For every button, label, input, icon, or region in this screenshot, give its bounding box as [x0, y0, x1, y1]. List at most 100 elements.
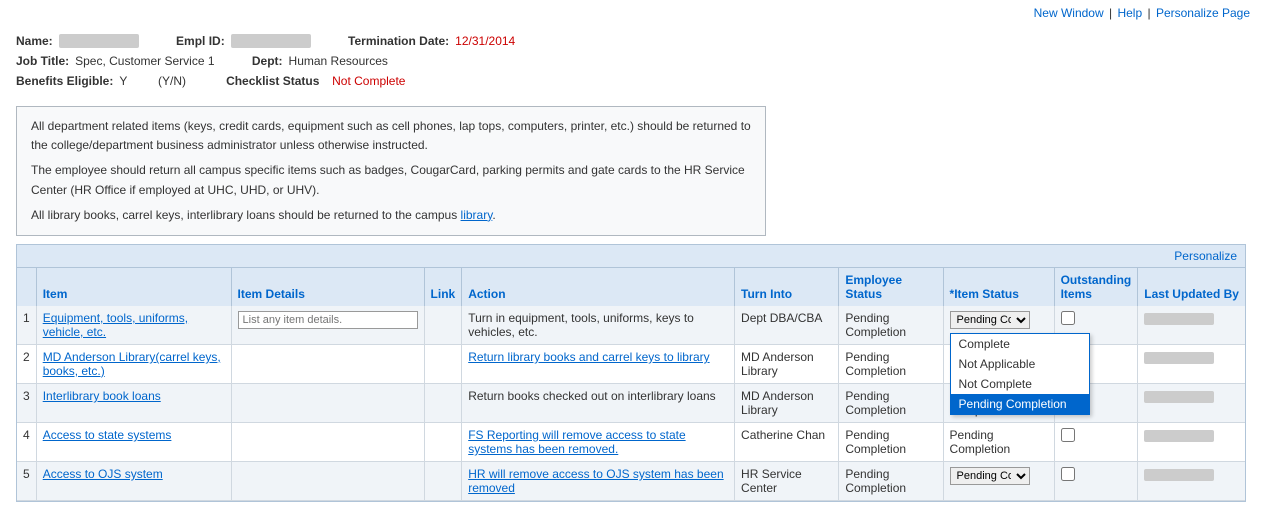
row-4-item-status: Pending Completion	[943, 422, 1054, 461]
row-5-details	[231, 461, 424, 500]
job-title-value: Spec, Customer Service 1	[75, 54, 214, 68]
col-action: Action	[462, 268, 735, 306]
row-3-item: Interlibrary book loans	[36, 383, 231, 422]
empl-id-value	[231, 34, 311, 48]
col-link: Link	[424, 268, 462, 306]
outstanding-checkbox-4[interactable]	[1061, 428, 1075, 442]
col-item-status: *Item Status	[943, 268, 1054, 306]
row-3-turn-into: MD Anderson Library	[735, 383, 839, 422]
row-5-item: Access to OJS system	[36, 461, 231, 500]
item-status-select-5[interactable]: Pending Co	[950, 467, 1030, 485]
personalize-page-link[interactable]: Personalize Page	[1156, 6, 1250, 20]
row-3-emp-status: Pending Completion	[839, 383, 943, 422]
col-last-updated: Last Updated By	[1138, 268, 1245, 306]
checklist-table: Item Item Details Link Action Turn Into …	[17, 268, 1245, 501]
row-2-action: Return library books and carrel keys to …	[462, 344, 735, 383]
name-label: Name:	[16, 34, 53, 48]
row-3-action: Return books checked out on interlibrary…	[462, 383, 735, 422]
help-link[interactable]: Help	[1117, 6, 1142, 20]
row-1-emp-status: Pending Completion	[839, 306, 943, 345]
job-title-label: Job Title:	[16, 54, 69, 68]
row-4-details	[231, 422, 424, 461]
outstanding-checkbox-1[interactable]	[1061, 311, 1075, 325]
dropdown-1-option-complete[interactable]: Complete	[951, 334, 1089, 354]
row-3-link	[424, 383, 462, 422]
row-2-item: MD Anderson Library(carrel keys, books, …	[36, 344, 231, 383]
table-row: 4 Access to state systems FS Reporting w…	[17, 422, 1245, 461]
top-bar: New Window | Help | Personalize Page	[0, 0, 1262, 26]
checklist-status-label: Checklist Status	[226, 74, 319, 88]
outstanding-checkbox-5[interactable]	[1061, 467, 1075, 481]
empl-id-label: Empl ID:	[176, 34, 225, 48]
row-1-link	[424, 306, 462, 345]
row-5-turn-into: HR Service Center	[735, 461, 839, 500]
name-value	[59, 34, 139, 48]
new-window-link[interactable]: New Window	[1034, 6, 1104, 20]
row-3-details	[231, 383, 424, 422]
info-para1: All department related items (keys, cred…	[31, 117, 751, 155]
row-4-last-updated	[1138, 422, 1245, 461]
row-1-num: 1	[17, 306, 36, 345]
dropdown-1-option-not-applicable[interactable]: Not Applicable	[951, 354, 1089, 374]
row-4-link	[424, 422, 462, 461]
col-item-details: Item Details	[231, 268, 424, 306]
dropdown-1-popup[interactable]: Complete Not Applicable Not Complete Pen…	[950, 333, 1090, 415]
item-details-input-1[interactable]	[238, 311, 418, 329]
row-1-turn-into: Dept DBA/CBA	[735, 306, 839, 345]
row-1-action: Turn in equipment, tools, uniforms, keys…	[462, 306, 735, 345]
row-2-num: 2	[17, 344, 36, 383]
table-section: Personalize Item Item Details Link Actio…	[16, 244, 1246, 502]
table-header-row: Item Item Details Link Action Turn Into …	[17, 268, 1245, 306]
info-para3: All library books, carrel keys, interlib…	[31, 206, 751, 225]
checklist-status-value: Not Complete	[332, 74, 405, 88]
row-5-last-updated	[1138, 461, 1245, 500]
benefits-eligible-label: Benefits Eligible:	[16, 74, 113, 88]
col-num	[17, 268, 36, 306]
benefits-eligible-value: Y	[119, 74, 127, 88]
row-1-last-updated	[1138, 306, 1245, 345]
dept-value: Human Resources	[289, 54, 388, 68]
row-2-details	[231, 344, 424, 383]
row-1-item-status[interactable]: Pending Co Complete Not Applicable Not C…	[943, 306, 1054, 345]
library-link[interactable]: library	[461, 208, 493, 222]
termination-date-value: 12/31/2014	[455, 34, 515, 48]
dept-label: Dept:	[252, 54, 283, 68]
personalize-table-link[interactable]: Personalize	[1174, 249, 1237, 263]
row-5-action: HR will remove access to OJS system has …	[462, 461, 735, 500]
row-3-last-updated	[1138, 383, 1245, 422]
item-status-select-1[interactable]: Pending Co	[950, 311, 1030, 329]
termination-date-label: Termination Date:	[348, 34, 449, 48]
row-1-details[interactable]	[231, 306, 424, 345]
benefits-yn: (Y/N)	[158, 74, 186, 88]
row-4-outstanding[interactable]	[1054, 422, 1138, 461]
row-5-num: 5	[17, 461, 36, 500]
dropdown-1-container[interactable]: Pending Co Complete Not Applicable Not C…	[950, 311, 1048, 329]
table-row: 5 Access to OJS system HR will remove ac…	[17, 461, 1245, 500]
col-outstanding: OutstandingItems	[1054, 268, 1138, 306]
col-turn-into: Turn Into	[735, 268, 839, 306]
dropdown-1-option-pending[interactable]: Pending Completion	[951, 394, 1089, 414]
col-employee-status: EmployeeStatus	[839, 268, 943, 306]
row-1-item: Equipment, tools, uniforms, vehicle, etc…	[36, 306, 231, 345]
row-5-item-status[interactable]: Pending Co	[943, 461, 1054, 500]
row-4-item: Access to state systems	[36, 422, 231, 461]
row-4-action: FS Reporting will remove access to state…	[462, 422, 735, 461]
row-2-link	[424, 344, 462, 383]
row-5-link	[424, 461, 462, 500]
row-2-turn-into: MD Anderson Library	[735, 344, 839, 383]
info-box: All department related items (keys, cred…	[16, 106, 766, 236]
table-row: 1 Equipment, tools, uniforms, vehicle, e…	[17, 306, 1245, 345]
row-5-outstanding[interactable]	[1054, 461, 1138, 500]
row-2-emp-status: Pending Completion	[839, 344, 943, 383]
row-4-emp-status: Pending Completion	[839, 422, 943, 461]
info-para2: The employee should return all campus sp…	[31, 161, 751, 199]
header-section: Name: Empl ID: Termination Date: 12/31/2…	[0, 26, 1262, 98]
table-personalize-bar: Personalize	[17, 245, 1245, 268]
row-4-num: 4	[17, 422, 36, 461]
row-5-emp-status: Pending Completion	[839, 461, 943, 500]
col-item: Item	[36, 268, 231, 306]
row-2-last-updated	[1138, 344, 1245, 383]
dropdown-1-option-not-complete[interactable]: Not Complete	[951, 374, 1089, 394]
row-3-num: 3	[17, 383, 36, 422]
row-4-turn-into: Catherine Chan	[735, 422, 839, 461]
